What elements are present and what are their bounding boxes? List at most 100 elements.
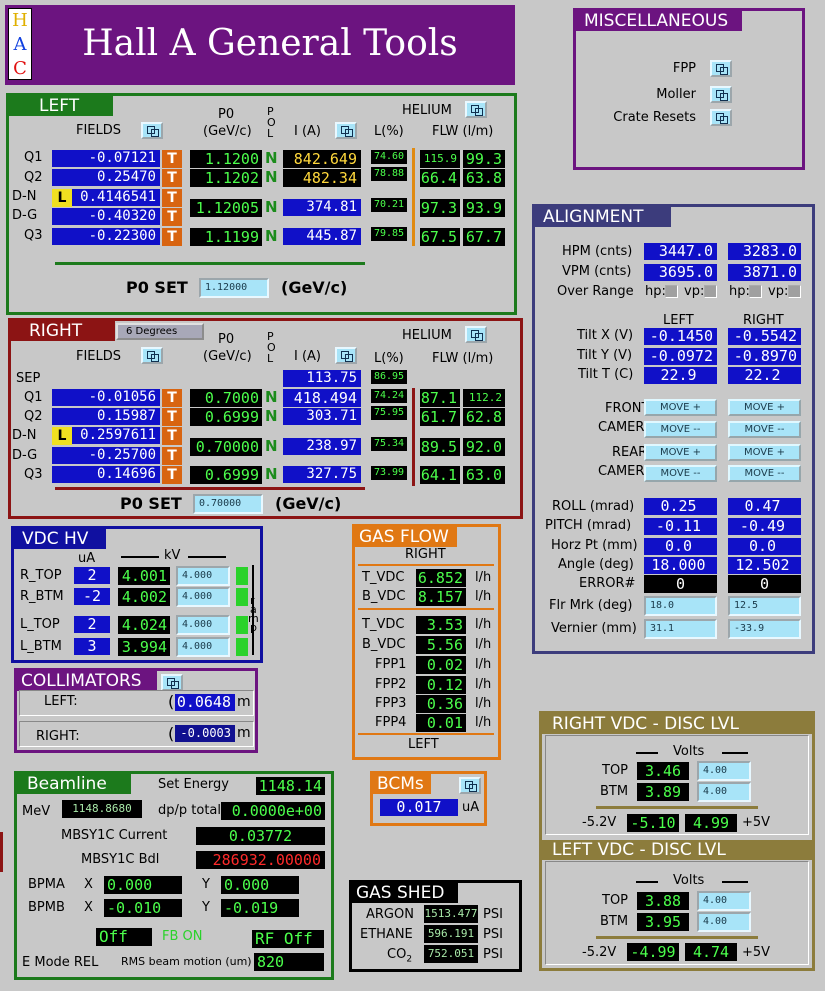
logo-a: A — [13, 34, 27, 55]
left-q1-t-button[interactable]: T — [162, 150, 182, 168]
align-tiltt-left: 22.9 — [644, 367, 717, 384]
right-p0set-input[interactable]: 0.70000 — [193, 494, 263, 514]
right-dn-t-button[interactable]: T — [162, 427, 182, 445]
align-tilty-right: -0.8970 — [728, 348, 801, 365]
collimators-button[interactable] — [161, 674, 183, 691]
vdchv-kv-label: kV — [164, 548, 181, 563]
right-q3-field: 0.14696 — [52, 466, 160, 483]
right-dn-l-button[interactable]: L — [52, 427, 72, 445]
lvdc-volts-line-left — [636, 881, 658, 883]
align-overrange-label: Over Range — [557, 284, 634, 299]
rvdc-btm-value: 3.89 — [637, 783, 689, 801]
right-fields-button[interactable] — [141, 347, 163, 364]
front-right-move-plus-button[interactable]: MOVE + — [728, 399, 801, 416]
vdchv-ltop-set[interactable]: 4.000 — [176, 615, 230, 635]
right-dn-n: N — [265, 437, 278, 455]
right-dg-t-button[interactable]: T — [162, 447, 182, 465]
misc-crate-button[interactable] — [710, 109, 732, 126]
right-p0-unit: (GeV/c) — [203, 349, 252, 364]
right-q3-flow2: 63.0 — [463, 466, 505, 484]
rvdc-btm-input[interactable]: 4.00 — [697, 782, 751, 802]
right-helium-button[interactable] — [465, 326, 487, 343]
gasflow-left-line — [358, 733, 494, 735]
beamline-mev-value: 1148.8680 — [62, 800, 142, 818]
align-vernier-left-input[interactable]: 31.1 — [644, 619, 717, 639]
lvdc-btm-input[interactable]: 4.00 — [697, 912, 751, 932]
align-tiltt-right: 22.2 — [728, 367, 801, 384]
right-divider — [55, 487, 365, 490]
align-front-label: FRONT — [605, 401, 650, 416]
rear-left-move-minus-button[interactable]: MOVE -- — [644, 465, 717, 482]
left-level-label: L(%) — [374, 124, 404, 139]
beamline-bpma-x-label: X — [84, 877, 93, 892]
front-left-move-plus-button[interactable]: MOVE + — [644, 399, 717, 416]
vdchv-rtop-set[interactable]: 4.000 — [176, 566, 230, 586]
left-p0-unit: (GeV/c) — [203, 124, 252, 139]
bcms-button[interactable] — [459, 777, 481, 794]
right-q1-flow2: 112.2 — [463, 389, 505, 407]
vdchv-lbtm-set[interactable]: 4.000 — [176, 637, 230, 657]
left-current-button[interactable] — [335, 122, 357, 139]
right-dn-flow2: 92.0 — [463, 438, 505, 456]
lvdc-top-input[interactable]: 4.00 — [697, 891, 751, 911]
right-current-button[interactable] — [335, 347, 357, 364]
beamline-set-energy-label: Set Energy — [158, 777, 229, 792]
gasshed-co2-name: CO2 — [387, 947, 412, 965]
left-dn-flow2: 93.9 — [463, 199, 505, 217]
left-p0set-unit: (GeV/c) — [281, 278, 348, 297]
left-helium-separator — [412, 148, 415, 246]
misc-fpp-button[interactable] — [710, 60, 732, 77]
right-dn-p0: 0.70000 — [190, 438, 262, 456]
beamline-mbsy-bdl-label: MBSY1C Bdl — [81, 852, 160, 867]
gasflow-l-tvdc-unit: l/h — [475, 617, 492, 632]
right-p0-label: P0 — [218, 332, 235, 347]
collimators-title: COLLIMATORS — [17, 671, 157, 691]
left-dg-t-button[interactable]: T — [162, 208, 182, 226]
right-q1-level: 74.24 — [371, 389, 407, 403]
right-q1-t-button[interactable]: T — [162, 389, 182, 407]
misc-moller-button[interactable] — [710, 86, 732, 103]
left-q3-t-button[interactable]: T — [162, 228, 182, 246]
right-q2-t-button[interactable]: T — [162, 408, 182, 426]
right-degrees-menu[interactable]: 6 Degrees — [116, 323, 204, 340]
left-divider — [55, 262, 365, 265]
align-vernier-right-input[interactable]: -33.9 — [728, 619, 801, 639]
gasflow-r-bvdc-val: 8.157 — [416, 588, 466, 606]
left-fields-button[interactable] — [141, 122, 163, 139]
left-dn-l-button[interactable]: L — [52, 189, 72, 207]
lvdc-pos-label: +5V — [742, 945, 771, 960]
left-q3-n: N — [265, 227, 278, 245]
left-dn-t-button[interactable]: T — [162, 189, 182, 207]
gasflow-r-bvdc-name: B_VDC — [362, 589, 406, 604]
left-q2-t-button[interactable]: T — [162, 169, 182, 187]
alignment-title: ALIGNMENT — [535, 207, 671, 227]
vdchv-ua-label: uA — [78, 551, 96, 566]
align-flr-right-input[interactable]: 12.5 — [728, 596, 801, 616]
right-q1-p0: 0.7000 — [190, 389, 262, 407]
left-p0set-label: P0 SET — [126, 278, 188, 297]
lvdc-volts-line-right — [722, 881, 748, 883]
align-vp-left: vp: — [684, 284, 705, 299]
rear-right-move-minus-button[interactable]: MOVE -- — [728, 465, 801, 482]
right-q3-current: 327.75 — [283, 466, 361, 483]
hac-logo: H A C — [8, 8, 32, 80]
beamline-dpp-label: dp/p total — [158, 803, 221, 818]
rvdc-top-input[interactable]: 4.00 — [697, 761, 751, 781]
rear-left-move-plus-button[interactable]: MOVE + — [644, 444, 717, 461]
rear-right-move-plus-button[interactable]: MOVE + — [728, 444, 801, 461]
right-q3-t-button[interactable]: T — [162, 466, 182, 484]
left-helium-button[interactable] — [465, 101, 487, 118]
left-q1-level: 74.60 — [371, 150, 407, 164]
vdchv-lbtm-ua: 3 — [74, 638, 110, 655]
align-flr-left-input[interactable]: 18.0 — [644, 596, 717, 616]
align-angle-left: 18.000 — [644, 557, 717, 574]
gasflow-fpp2-name: FPP2 — [375, 677, 407, 692]
front-left-move-minus-button[interactable]: MOVE -- — [644, 421, 717, 438]
gasshed-co2-label: CO — [387, 947, 407, 962]
left-p0set-input[interactable]: 1.12000 — [199, 278, 269, 298]
front-right-move-minus-button[interactable]: MOVE -- — [728, 421, 801, 438]
vdchv-rbtm-set[interactable]: 4.000 — [176, 587, 230, 607]
vdchv-ltop-led — [236, 616, 248, 634]
right-q1-field: -0.01056 — [52, 389, 160, 406]
left-q2-current: 482.34 — [283, 169, 361, 187]
